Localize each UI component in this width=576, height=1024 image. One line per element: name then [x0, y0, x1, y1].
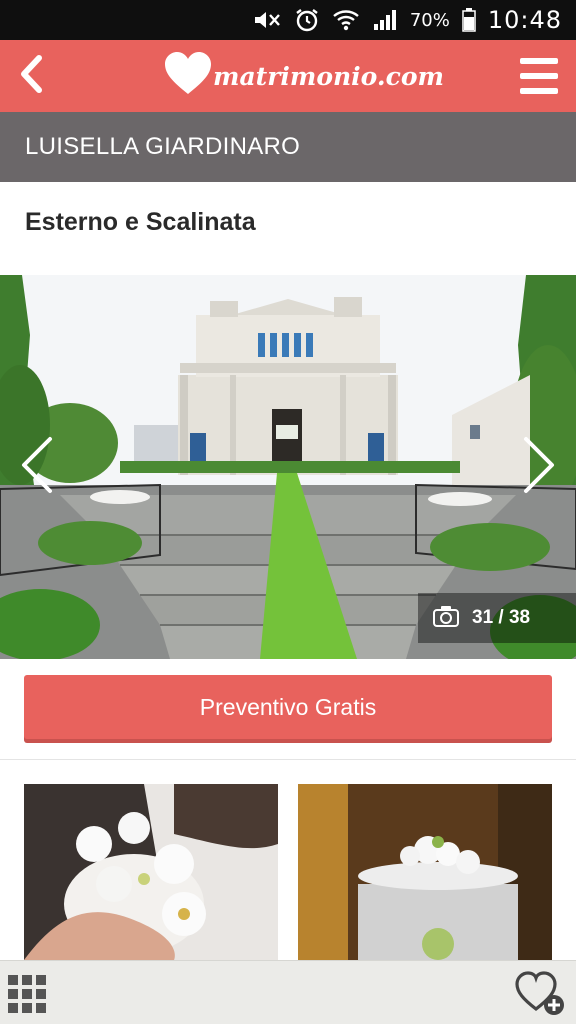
gallery-next-button[interactable] — [516, 435, 564, 499]
grid-view-button[interactable] — [6, 973, 48, 1015]
heart-logo-icon — [163, 50, 213, 103]
menu-button[interactable] — [518, 54, 560, 98]
camera-icon — [432, 604, 460, 633]
app-header: matrimonio.com — [0, 40, 576, 112]
thumbnail-centerpiece[interactable] — [298, 784, 552, 960]
free-quote-label: Preventivo Gratis — [199, 693, 377, 720]
divider — [0, 759, 576, 760]
free-quote-button[interactable]: Preventivo Gratis — [24, 675, 552, 739]
status-bar: 70% 10:48 — [0, 0, 576, 40]
wifi-icon — [332, 8, 360, 32]
logo[interactable]: matrimonio.com — [163, 48, 444, 104]
bottom-toolbar — [0, 960, 576, 1024]
back-icon — [19, 54, 45, 99]
thumbnail-bouquet-bride[interactable] — [24, 784, 278, 960]
photo-gallery[interactable]: 31 / 38 — [0, 275, 576, 659]
status-icons: 70% 10:48 — [252, 0, 562, 40]
thumbnail-image — [298, 784, 552, 960]
add-favorite-button[interactable] — [514, 969, 566, 1017]
mute-icon — [252, 8, 282, 32]
hamburger-menu-icon — [518, 58, 560, 102]
photo-counter-text: 31 / 38 — [472, 607, 531, 628]
chevron-left-icon — [18, 435, 54, 500]
logo-text: matrimonio.com — [213, 61, 444, 91]
battery-icon — [462, 8, 476, 32]
gallery-title: Esterno e Scalinata — [25, 208, 256, 236]
vendor-name: LUISELLA GIARDINARO — [25, 133, 301, 160]
gallery-prev-button[interactable] — [12, 435, 60, 499]
alarm-icon — [294, 7, 320, 33]
clock: 10:48 — [487, 6, 562, 34]
heart-plus-icon — [514, 971, 566, 1021]
battery-level: 70% — [409, 9, 450, 31]
back-button[interactable] — [12, 50, 52, 102]
vendor-bar: LUISELLA GIARDINARO — [0, 112, 576, 182]
chevron-right-icon — [522, 435, 558, 500]
thumbnail-image — [24, 784, 278, 960]
photo-counter: 31 / 38 — [418, 593, 576, 643]
grid-icon — [6, 975, 48, 1019]
signal-icon — [372, 8, 398, 32]
